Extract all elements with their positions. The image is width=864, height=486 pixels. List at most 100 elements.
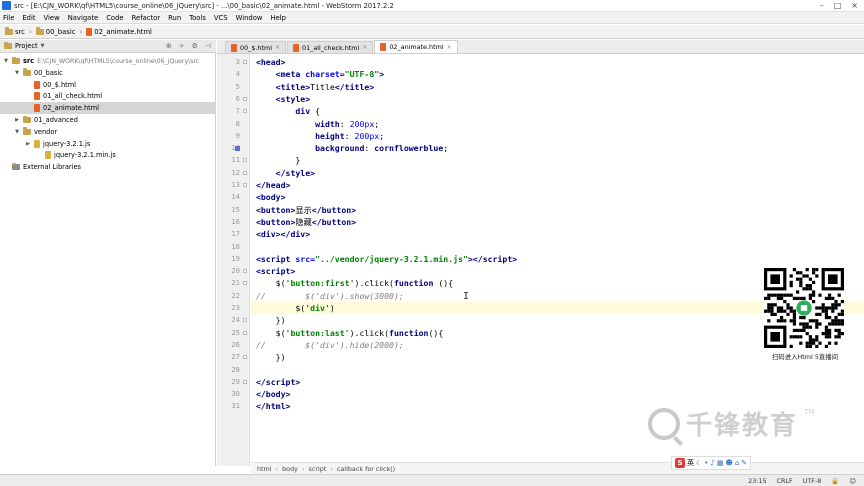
code-line[interactable]: [251, 241, 864, 253]
menu-run[interactable]: Run: [168, 14, 181, 22]
ime-mode-label[interactable]: 英: [687, 458, 694, 468]
code-line[interactable]: <button>显示</button>: [251, 204, 864, 216]
html-file-icon: [231, 43, 237, 52]
close-tab-icon[interactable]: ×: [447, 44, 452, 51]
menu-navigate[interactable]: Navigate: [68, 14, 99, 22]
ime-user-icon[interactable]: ☻: [726, 459, 733, 467]
code-line[interactable]: <title>Title</title>: [251, 81, 864, 93]
menu-edit[interactable]: Edit: [22, 14, 35, 22]
chevron-right-icon[interactable]: ▶: [25, 141, 31, 147]
code-line[interactable]: width: 200px;: [251, 118, 864, 130]
tree-item-00-html[interactable]: 00_$.html: [0, 79, 76, 91]
fold-marker-icon[interactable]: [243, 330, 247, 335]
tab-00-html[interactable]: 00_$.html ×: [225, 41, 287, 53]
tree-item-external-libraries[interactable]: External Libraries: [0, 161, 81, 173]
ime-mic-icon[interactable]: ♪: [710, 459, 714, 467]
ime-keyboard-icon[interactable]: ▦: [717, 459, 724, 467]
minimize-icon[interactable]: –: [820, 1, 824, 10]
chevron-down-icon[interactable]: ▼: [14, 129, 20, 135]
code-line[interactable]: <div></div>: [251, 228, 864, 240]
menu-code[interactable]: Code: [106, 14, 123, 22]
line-number: 9: [235, 130, 240, 140]
close-icon[interactable]: ×: [851, 1, 858, 10]
fold-marker-icon[interactable]: [243, 355, 247, 360]
tree-item-00-basic[interactable]: ▼ 00_basic: [0, 67, 63, 79]
tree-item-src[interactable]: ▼ src E:\CJN_WORK\qf\HTML5\course_online\0…: [0, 55, 199, 67]
fold-marker-icon[interactable]: [243, 158, 247, 163]
project-panel-title[interactable]: Project: [15, 42, 38, 50]
fold-marker-icon[interactable]: [243, 96, 247, 101]
menu-vcs[interactable]: VCS: [214, 14, 228, 22]
tree-item-vendor[interactable]: ▼ vendor: [0, 126, 57, 138]
fold-marker-icon[interactable]: [243, 109, 247, 114]
editor-crumb[interactable]: script: [309, 465, 327, 473]
fold-marker-icon[interactable]: [243, 170, 247, 175]
line-number: 19: [231, 253, 240, 263]
editor-crumb[interactable]: callback for click(): [337, 465, 395, 473]
breadcrumb-00-basic[interactable]: 00_basic: [34, 27, 78, 37]
tree-item-jquery-3-2-1-min-js[interactable]: jquery-3.2.1.min.js: [0, 149, 116, 161]
code-line[interactable]: }: [251, 154, 864, 166]
code-line[interactable]: </head>: [251, 179, 864, 191]
code-line[interactable]: </style>: [251, 167, 864, 179]
code-line[interactable]: height: 200px;: [251, 130, 864, 142]
fold-marker-icon[interactable]: [243, 269, 247, 274]
menu-window[interactable]: Window: [236, 14, 263, 22]
tree-item-jquery-3-2-1-js[interactable]: ▶ jquery-3.2.1.js: [0, 138, 90, 150]
menu-file[interactable]: File: [3, 14, 14, 22]
ime-tools-icon[interactable]: ✎: [741, 459, 747, 467]
line-number: 23: [231, 303, 240, 312]
event-log-icon[interactable]: ☺: [849, 477, 856, 485]
breadcrumb-src[interactable]: src: [3, 27, 27, 37]
settings-gear-icon[interactable]: ⚙: [192, 42, 198, 50]
tab-02-animate-html[interactable]: 02_animate.html ×: [374, 40, 458, 53]
code-line[interactable]: div {: [251, 105, 864, 117]
ime-dot-icon[interactable]: •: [704, 459, 708, 467]
cursor-position[interactable]: 23:15: [748, 477, 766, 485]
lock-icon[interactable]: 🔒: [831, 477, 839, 485]
editor-crumb[interactable]: body: [282, 465, 298, 473]
chevron-down-icon[interactable]: ▼: [3, 58, 9, 64]
code-line[interactable]: [251, 364, 864, 376]
menu-tools[interactable]: Tools: [189, 14, 206, 22]
chevron-down-icon[interactable]: ▼: [14, 70, 20, 76]
ime-moon-icon[interactable]: ☾: [696, 459, 702, 467]
code-line[interactable]: background: cornflowerblue;: [251, 142, 864, 154]
fold-marker-icon[interactable]: [243, 281, 247, 286]
fold-marker-icon[interactable]: [243, 318, 247, 323]
close-tab-icon[interactable]: ×: [362, 44, 367, 51]
code-line[interactable]: </script>: [251, 376, 864, 388]
fold-marker-icon[interactable]: [243, 183, 247, 187]
chevron-right-icon: ›: [301, 464, 305, 473]
fold-marker-icon[interactable]: [243, 60, 247, 64]
close-tab-icon[interactable]: ×: [275, 44, 280, 51]
editor-crumb[interactable]: html: [257, 465, 272, 473]
menu-refactor[interactable]: Refactor: [132, 14, 161, 22]
tree-item-01-advanced[interactable]: ▶ 01_advanced: [0, 114, 78, 126]
chevron-down-icon[interactable]: ▼: [41, 43, 45, 49]
code-line[interactable]: <style>: [251, 93, 864, 105]
maximize-icon[interactable]: □: [834, 1, 842, 10]
chevron-right-icon[interactable]: ▶: [14, 117, 20, 123]
hide-panel-icon[interactable]: ⊣: [205, 42, 211, 50]
code-line[interactable]: <body>: [251, 191, 864, 203]
collapse-icon[interactable]: ÷: [179, 42, 185, 50]
tree-item-01-all-check-html[interactable]: 01_all_check.html: [0, 90, 102, 102]
tab-01-all-check-html[interactable]: 01_all_check.html ×: [287, 41, 374, 53]
tree-item-02-animate-html[interactable]: 02_animate.html: [0, 102, 216, 115]
menu-help[interactable]: Help: [270, 14, 286, 22]
code-line[interactable]: <head>: [251, 56, 864, 68]
code-line[interactable]: <button>隐藏</button>: [251, 216, 864, 228]
folder-icon: [12, 56, 20, 64]
sync-icon[interactable]: ⊕: [166, 42, 172, 50]
line-separator[interactable]: CRLF: [777, 477, 793, 485]
ime-shirt-icon[interactable]: ⌂: [735, 459, 739, 467]
menu-view[interactable]: View: [44, 14, 60, 22]
code-line[interactable]: <meta charset="UTF-8">: [251, 68, 864, 80]
fold-marker-icon[interactable]: [243, 379, 247, 384]
breadcrumb-file[interactable]: 02_animate.html: [84, 27, 154, 37]
file-encoding[interactable]: UTF-8: [803, 477, 822, 485]
ime-toolbar[interactable]: S 英 ☾ • ♪ ▦ ☻ ⌂ ✎: [671, 456, 752, 470]
code-line[interactable]: <script src="../vendor/jquery-3.2.1.min.…: [251, 253, 864, 265]
code-line[interactable]: </body>: [251, 388, 864, 400]
